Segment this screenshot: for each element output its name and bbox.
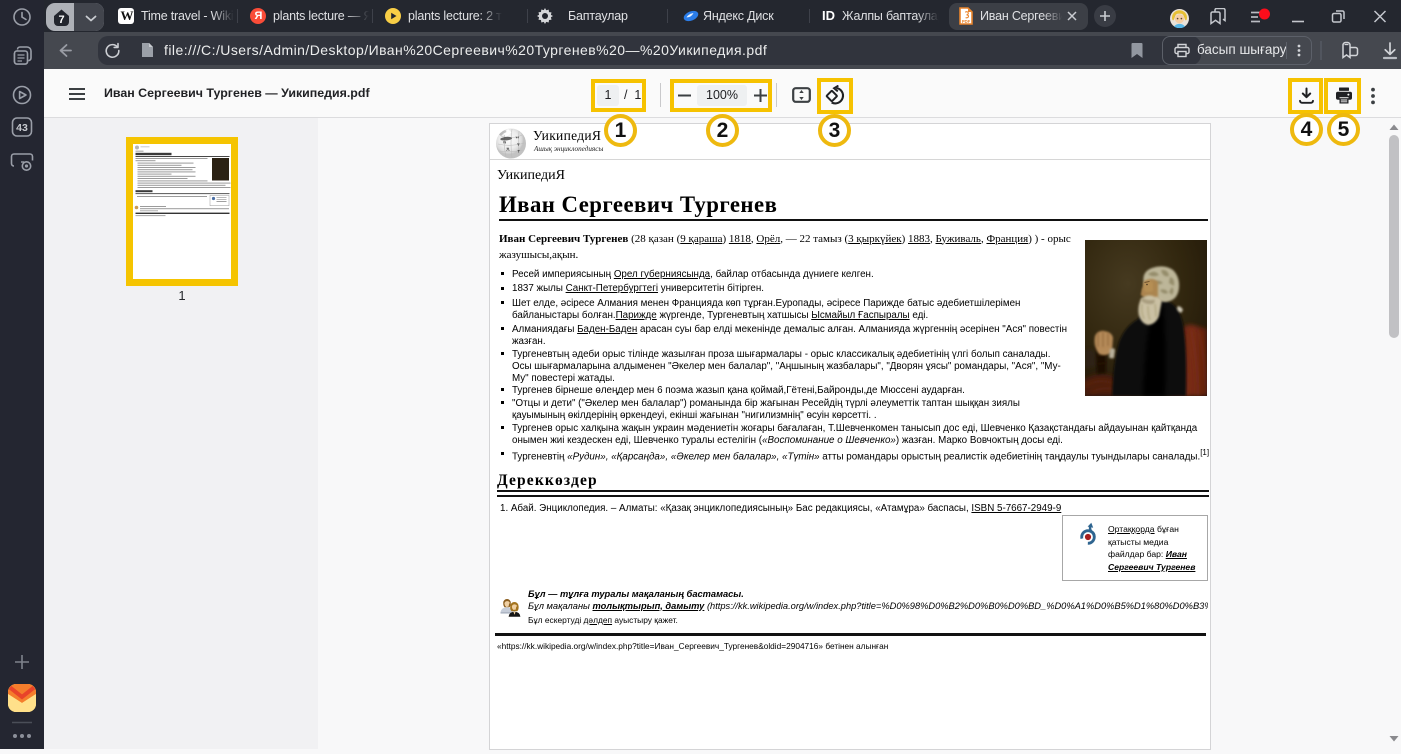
svg-text:43: 43	[16, 122, 28, 134]
svg-text:7: 7	[58, 14, 64, 26]
svg-text:PDF: PDF	[962, 19, 971, 24]
